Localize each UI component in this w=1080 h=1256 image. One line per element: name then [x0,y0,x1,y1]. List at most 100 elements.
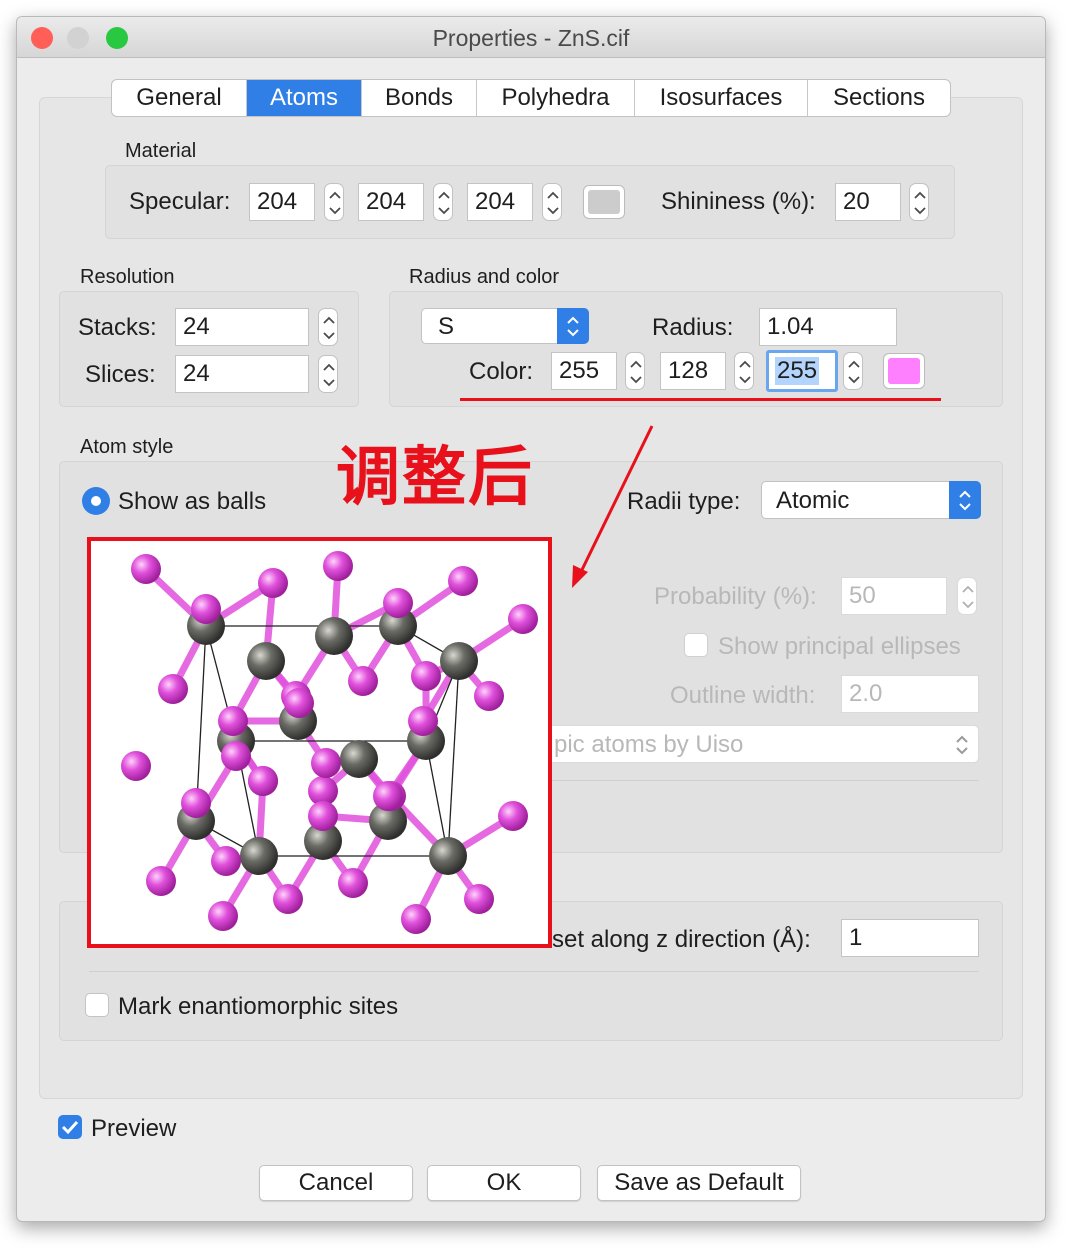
offset-z-label: set along z direction (Å): [552,926,811,953]
material-group-title: Material [125,140,197,162]
probability-stepper[interactable] [957,577,977,615]
color-r-field[interactable]: 255 [551,352,617,390]
annotation-label: 调整后 [336,441,534,515]
sulfur-atom [323,551,353,581]
sulfur-atom [208,901,238,931]
outline-width-field[interactable]: 2.0 [841,675,979,713]
zns-crystal-structure [121,551,538,934]
atom-color-well[interactable] [883,353,925,389]
specular-color-well[interactable] [583,185,625,219]
radius-field[interactable]: 1.04 [759,308,897,346]
isotropic-arrows-icon [956,735,968,755]
annotation-underline [460,398,941,401]
stepper-arrows-icon [848,360,860,384]
show-as-balls-label: Show as balls [118,488,267,515]
stepper-arrows-icon [914,191,926,215]
stepper-arrows-icon [438,191,450,215]
stepper-arrows-icon [547,191,559,215]
color-g-stepper[interactable] [734,352,754,390]
sulfur-atom [338,868,368,898]
sulfur-atom [248,766,278,796]
radio-dot-icon [91,496,101,506]
specular-b-stepper[interactable] [542,183,562,221]
sulfur-atom [311,748,341,778]
element-value: S [438,313,455,340]
cancel-button[interactable]: Cancel [259,1165,413,1201]
atom-style-divider [487,780,979,781]
shininess-field[interactable]: 20 [835,183,901,221]
sulfur-atom [383,588,413,618]
tab-bonds[interactable]: Bonds [362,80,477,116]
offset-z-field[interactable]: 1 [841,919,979,957]
preview-label: Preview [91,1115,177,1142]
sulfur-atom [181,788,211,818]
radius-label: Radius: [652,314,734,341]
ok-button[interactable]: OK [427,1165,581,1201]
zinc-atom [440,642,478,680]
color-b-stepper[interactable] [843,352,863,390]
show-as-balls-radio[interactable] [82,487,110,515]
tab-atoms[interactable]: Atoms [247,80,362,116]
shininess-label: Shininess (%): [661,188,816,215]
radii-type-popup[interactable]: Atomic [761,481,981,519]
stepper-arrows-icon [630,360,642,384]
slices-stepper[interactable] [318,355,338,393]
isotropic-popup[interactable]: pic atoms by Uiso [487,725,979,763]
probability-label: Probability (%): [654,583,817,610]
atom-style-group-title: Atom style [80,436,174,458]
sulfur-atom [401,904,431,934]
specular-r-stepper[interactable] [324,183,344,221]
sulfur-atom [146,866,176,896]
sulfur-atom [191,594,221,624]
stepper-arrows-icon [323,363,335,387]
specular-r-field[interactable]: 204 [249,183,315,221]
tab-bar: General Atoms Bonds Polyhedra Isosurface… [111,79,951,117]
sulfur-atom [284,688,314,718]
sulfur-atom [131,554,161,584]
tab-isosurfaces[interactable]: Isosurfaces [635,80,808,116]
annotation-arrow-icon [572,425,654,588]
stepper-arrows-icon [323,316,335,340]
specular-g-field[interactable]: 204 [358,183,424,221]
tab-sections[interactable]: Sections [808,80,950,116]
save-as-default-button[interactable]: Save as Default [597,1165,801,1201]
sulfur-atom [218,706,248,736]
zinc-atom [340,740,378,778]
sulfur-atom [448,566,478,596]
color-label: Color: [469,358,534,385]
mark-enantiomorphic-checkbox[interactable] [85,993,109,1017]
element-popup-arrows-icon [557,308,589,344]
probability-field[interactable]: 50 [841,577,947,615]
sulfur-atom [273,884,303,914]
slices-field[interactable]: 24 [175,355,309,393]
zinc-atom [240,837,278,875]
radius-color-group-title: Radius and color [409,266,560,288]
sulfur-atom [408,706,438,736]
sulfur-atom [258,568,288,598]
tab-polyhedra[interactable]: Polyhedra [477,80,635,116]
color-g-field[interactable]: 128 [660,352,726,390]
stepper-arrows-icon [962,585,974,609]
sulfur-atom [158,674,188,704]
stacks-stepper[interactable] [318,308,338,346]
specular-b-field[interactable]: 204 [467,183,533,221]
radii-type-arrows-icon [949,481,981,519]
mark-enantiomorphic-label: Mark enantiomorphic sites [118,993,399,1020]
outline-width-label: Outline width: [670,682,816,709]
specular-label: Specular: [129,188,231,215]
preview-checkbox[interactable] [58,1115,82,1139]
color-b-field[interactable]: 255 [766,350,838,392]
checkmark-icon [61,1120,79,1135]
structure-preview-image [87,537,552,948]
window-title: Properties - ZnS.cif [432,25,630,51]
sulfur-atom [474,681,504,711]
stacks-field[interactable]: 24 [175,308,309,346]
specular-g-stepper[interactable] [433,183,453,221]
shininess-stepper[interactable] [909,183,929,221]
stacks-label: Stacks: [78,314,157,341]
sulfur-atom [411,661,441,691]
color-r-stepper[interactable] [625,352,645,390]
principal-ellipses-checkbox[interactable] [684,633,708,657]
tab-general[interactable]: General [112,80,247,116]
element-popup[interactable]: S [421,308,589,344]
